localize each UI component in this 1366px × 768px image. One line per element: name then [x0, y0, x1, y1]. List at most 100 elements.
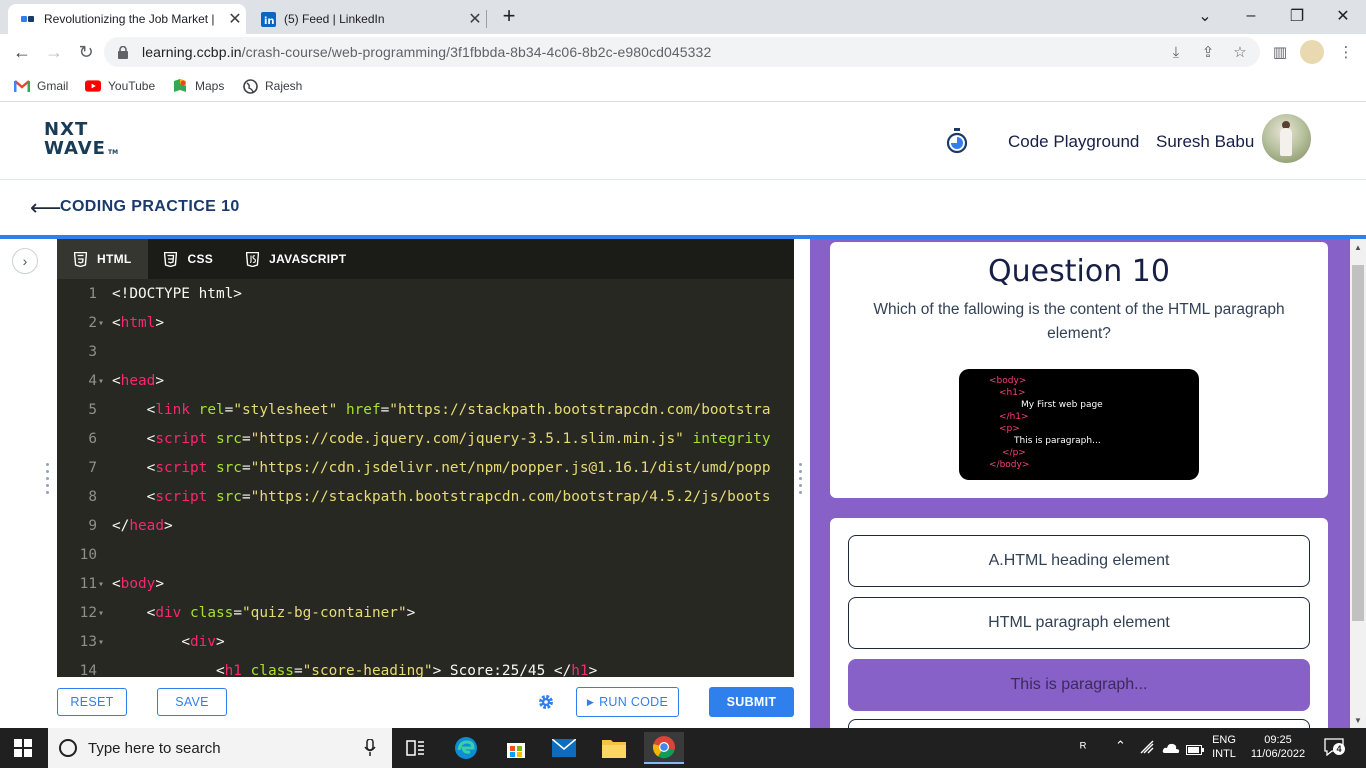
fold-arrow-icon[interactable]: ▾	[98, 376, 104, 387]
mail-icon[interactable]	[544, 732, 584, 764]
task-view-icon[interactable]	[396, 732, 436, 764]
reload-icon[interactable]: ↻	[74, 41, 98, 63]
forward-icon[interactable]: →	[42, 41, 66, 63]
close-tab-icon[interactable]: ✕	[464, 9, 486, 29]
left-resize-handle[interactable]	[46, 463, 50, 503]
code-line[interactable]: 5 <link rel="stylesheet" href="https://s…	[57, 402, 794, 431]
line-number: 6	[88, 431, 97, 447]
bookmark-star-icon[interactable]: ☆	[1230, 42, 1250, 62]
browser-tab-linkedin[interactable]: in (5) Feed | LinkedIn ✕	[248, 4, 486, 34]
address-bar[interactable]: learning.ccbp.in/crash-course/web-progra…	[104, 37, 1260, 67]
browser-tab-active[interactable]: Revolutionizing the Job Market | ✕	[8, 4, 246, 34]
scroll-up-icon[interactable]: ▲	[1350, 239, 1366, 255]
fold-arrow-icon[interactable]: ▾	[98, 579, 104, 590]
network-icon[interactable]	[1140, 740, 1154, 759]
menu-kebab-icon[interactable]: ⋮	[1336, 42, 1356, 62]
maps-icon	[172, 78, 188, 94]
back-icon[interactable]: ←	[10, 41, 34, 63]
minimize-icon[interactable]: –	[1228, 0, 1274, 32]
language-indicator[interactable]: ENG INTL	[1206, 733, 1242, 761]
center-resize-handle[interactable]	[799, 463, 803, 503]
share-icon[interactable]: ⇪	[1198, 42, 1218, 62]
code-line[interactable]: 7 <script src="https://cdn.jsdelivr.net/…	[57, 460, 794, 489]
microsoft-store-icon[interactable]	[496, 732, 536, 764]
notification-center-icon[interactable]: 4	[1324, 738, 1345, 757]
people-icon[interactable]: ᴿ	[1080, 739, 1086, 755]
taskbar-search-box[interactable]: Type here to search	[48, 728, 392, 768]
option-d[interactable]	[848, 719, 1310, 728]
clock[interactable]: 09:25 11/06/2022	[1244, 733, 1312, 761]
code-line[interactable]: 6 <script src="https://code.jquery.com/j…	[57, 431, 794, 460]
nxtwave-logo[interactable]: NXT WAVE TM	[44, 120, 118, 162]
close-window-icon[interactable]: ✕	[1320, 0, 1366, 32]
tab-html[interactable]: HTML	[57, 239, 148, 279]
windows-start-icon[interactable]	[14, 739, 32, 757]
fold-arrow-icon[interactable]: ▾	[98, 637, 104, 648]
scroll-down-icon[interactable]: ▼	[1350, 712, 1366, 728]
user-name[interactable]: Suresh Babu	[1156, 132, 1254, 152]
submit-button[interactable]: SUBMIT	[709, 687, 794, 717]
code-line[interactable]: 8 <script src="https://stackpath.bootstr…	[57, 489, 794, 518]
settings-gear-icon[interactable]	[537, 693, 555, 711]
code-line[interactable]: 10	[57, 547, 794, 576]
save-button[interactable]: SAVE	[157, 688, 227, 716]
avatar[interactable]	[1262, 114, 1311, 163]
code-line[interactable]: 11 ▾ <body>	[57, 576, 794, 605]
bookmark-gmail[interactable]: Gmail	[14, 77, 68, 95]
bookmark-youtube[interactable]: YouTube	[85, 77, 155, 95]
fold-arrow-icon[interactable]: ▾	[98, 318, 104, 329]
side-panel-icon[interactable]: ▥	[1270, 42, 1290, 62]
option-b[interactable]: HTML paragraph element	[848, 597, 1310, 649]
line-number: 1	[88, 286, 97, 302]
profile-avatar-icon[interactable]	[1300, 40, 1324, 64]
code-line[interactable]: 14 <h1 class="score-heading"> Score:25/4…	[57, 663, 794, 677]
option-a[interactable]: A.HTML heading element	[848, 535, 1310, 587]
code-editor: HTML CSS JAVASCRIPT 1 <!DOCTYPE html> 2 ▾ <h…	[57, 239, 794, 677]
code-line[interactable]: 2 ▾ <html>	[57, 315, 794, 344]
fold-arrow-icon[interactable]: ▾	[98, 608, 104, 619]
onedrive-icon[interactable]	[1162, 741, 1180, 759]
tab-divider	[486, 10, 487, 28]
scroll-thumb[interactable]	[1352, 265, 1364, 621]
tab-javascript[interactable]: JAVASCRIPT	[229, 239, 362, 279]
code-playground-link[interactable]: Code Playground	[1008, 132, 1139, 152]
battery-icon[interactable]	[1186, 742, 1204, 760]
run-code-button[interactable]: ▶ RUN CODE	[576, 687, 679, 717]
code-line[interactable]: 1 <!DOCTYPE html>	[57, 286, 794, 315]
image-code-line: </p>	[1002, 448, 1026, 458]
code-line[interactable]: 13 ▾ <div>	[57, 634, 794, 663]
javascript-icon	[245, 251, 259, 267]
tab-css[interactable]: CSS	[148, 239, 230, 279]
bookmark-rajesh[interactable]: Rajesh	[242, 77, 302, 95]
reset-button[interactable]: RESET	[57, 688, 127, 716]
code-line[interactable]: 4 ▾ <head>	[57, 373, 794, 402]
tray-chevron-icon[interactable]: ⌃	[1115, 738, 1126, 754]
line-number: 10	[79, 547, 97, 563]
install-icon[interactable]: ⤓	[1166, 42, 1186, 62]
option-c-selected[interactable]: This is paragraph...	[848, 659, 1310, 711]
code-line[interactable]: 9 </head>	[57, 518, 794, 547]
page-scrollbar[interactable]: ▲ ▼	[1350, 239, 1366, 728]
microphone-icon[interactable]	[364, 738, 376, 762]
image-code-line: My First web page	[1021, 400, 1103, 410]
restore-icon[interactable]: ❐	[1274, 0, 1320, 32]
tab-title: (5) Feed | LinkedIn	[284, 12, 385, 26]
tab-search-icon[interactable]: ⌄	[1182, 0, 1228, 32]
stopwatch-icon[interactable]	[946, 128, 968, 154]
code-line[interactable]: 3	[57, 344, 794, 373]
code-line[interactable]: 12 ▾ <div class="quiz-bg-container">	[57, 605, 794, 634]
expand-sidebar-button[interactable]: ›	[12, 248, 38, 274]
back-arrow-icon[interactable]: ⟵	[30, 197, 62, 219]
bookmark-maps[interactable]: Maps	[172, 77, 224, 95]
new-tab-button[interactable]: +	[498, 3, 520, 29]
code-token: <	[215, 663, 225, 677]
close-tab-icon[interactable]: ✕	[224, 9, 246, 29]
code-token: class	[250, 663, 294, 677]
file-explorer-icon[interactable]	[594, 732, 634, 764]
edge-icon[interactable]	[446, 732, 486, 764]
chrome-icon[interactable]	[644, 732, 684, 764]
line-code: <div class="quiz-bg-container">	[112, 605, 416, 621]
logo-tm: TM	[107, 149, 119, 156]
